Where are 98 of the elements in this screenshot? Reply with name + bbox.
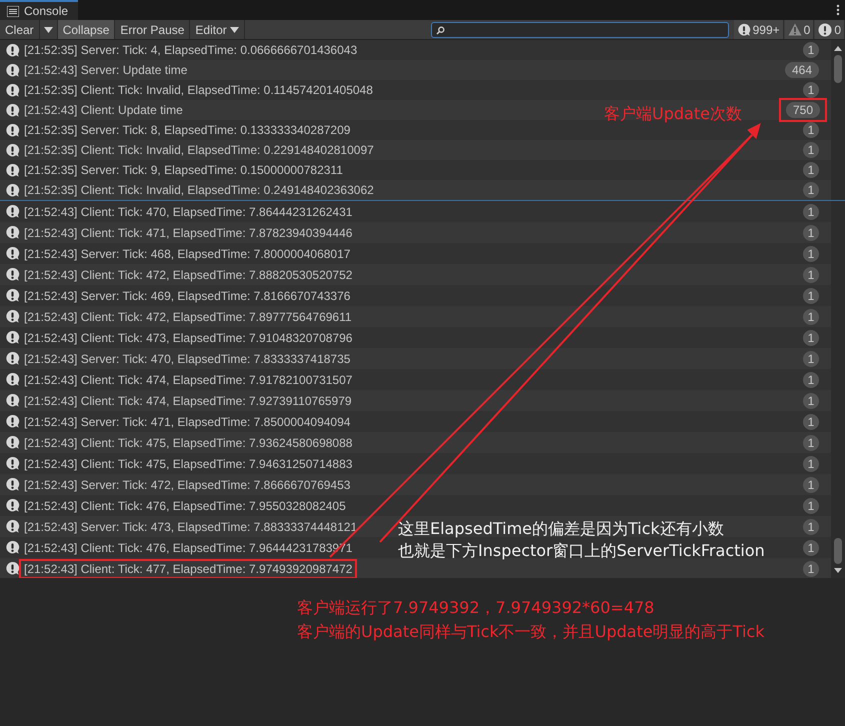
log-message: [21:52:35] Server: Tick: 8, ElapsedTime: 0.133333340287209 — [23, 122, 352, 139]
info-icon — [5, 351, 20, 366]
warning-filter-button[interactable]: 0 — [784, 20, 814, 39]
log-message: [21:52:43] Client: Tick: 475, ElapsedTime: 7.93624580698088 — [23, 434, 354, 452]
count-badge: 1 — [803, 518, 819, 534]
annotation-text: 这里ElapsedTime的偏差是因为Tick还有小数 — [398, 519, 724, 540]
console-tab[interactable]: Console — [0, 0, 78, 20]
count-badge: 1 — [803, 266, 819, 282]
log-message: [21:52:35] Client: Tick: Invalid, ElapsedTime: 0.229148402810097 — [23, 142, 375, 159]
count-badge: 1 — [803, 246, 819, 262]
log-message: [21:52:43] Server: Tick: 472, ElapsedTime: 7.8666670769453 — [23, 476, 352, 494]
list-icon — [7, 6, 19, 16]
log-message: [21:52:43] Server: Tick: 473, ElapsedTime: 7.88333374448121 — [23, 518, 358, 536]
log-message: [21:52:35] Server: Tick: 4, ElapsedTime: 0.0666666701436043 — [23, 42, 358, 59]
count-badge: 1 — [803, 476, 819, 492]
info-icon — [5, 142, 20, 158]
info-icon — [5, 267, 20, 282]
info-icon — [5, 540, 20, 555]
count-badge: 1 — [803, 392, 819, 408]
annotation-text: 也就是下方Inspector窗口上的ServerTickFraction — [398, 541, 765, 562]
annotation-text: 客户端运行了7.9749392，7.9749392*60=478 — [297, 598, 654, 619]
log-message: [21:52:35] Server: Tick: 9, ElapsedTime: 0.15000000782311 — [23, 162, 344, 179]
error-filter-button[interactable]: 0 — [815, 20, 845, 39]
info-icon — [5, 477, 20, 492]
count-badge: 1 — [803, 308, 819, 324]
count-badge: 1 — [803, 350, 819, 366]
info-icon — [5, 519, 20, 534]
scroll-down-icon[interactable] — [834, 568, 842, 573]
log-message: [21:52:43] Client: Tick: 476, ElapsedTime: 7.9550328082405 — [23, 498, 347, 514]
scrollbar-thumb[interactable] — [834, 55, 842, 83]
info-icon — [5, 288, 20, 303]
count-badge: 1 — [803, 224, 819, 240]
toggle-button[interactable]: Collapse — [58, 20, 116, 39]
count-badge: 1 — [803, 456, 819, 472]
info-icon — [736, 22, 751, 36]
caret-icon — [230, 26, 239, 32]
log-message: [21:52:43] Client: Tick: 472, ElapsedTime: 7.89777564769611 — [23, 308, 353, 326]
log-message: [21:52:43] Client: Tick: 470, ElapsedTime: 7.86444231262431 — [23, 204, 354, 220]
log-message: [21:52:43] Server: Tick: 469, ElapsedTime: 7.8166670743376 — [23, 288, 352, 304]
count-badge: 1 — [803, 204, 819, 220]
count-badge: 1 — [803, 414, 819, 430]
error-icon — [818, 22, 832, 36]
scroll-up-icon[interactable] — [834, 46, 842, 51]
info-icon — [5, 225, 20, 240]
log-message: [21:52:43] Client: Tick: 474, ElapsedTime: 7.92739110765979 — [23, 392, 353, 410]
log-message: [21:52:43] Client: Tick: 475, ElapsedTime: 7.94631250714883 — [23, 456, 354, 472]
count-badge: 750 — [786, 102, 820, 118]
count-badge: 1 — [803, 498, 819, 514]
count-badge: 1 — [803, 540, 819, 556]
log-message: [21:52:35] Client: Tick: Invalid, ElapsedTime: 0.249148402363062 — [23, 182, 375, 199]
info-icon — [5, 162, 20, 178]
count-badge: 1 — [803, 288, 819, 304]
info-icon — [5, 182, 20, 198]
log-message: [21:52:35] Client: Tick: Invalid, ElapsedTime: 0.114574201405048 — [23, 82, 374, 99]
info-icon — [5, 372, 20, 387]
info-icon — [5, 414, 20, 429]
log-message: [21:52:43] Server: Tick: 470, ElapsedTime: 7.8333337418735 — [23, 350, 352, 368]
info-icon — [5, 330, 20, 345]
more-menu-icon[interactable] — [836, 4, 840, 16]
info-icon — [5, 82, 20, 98]
annotation-text: 客户端的Update同样与Tick不一致，并且Update明显的高于Tick — [297, 622, 764, 643]
info-icon — [5, 62, 20, 78]
caret-icon — [44, 26, 53, 32]
count-badge: 1 — [803, 372, 819, 388]
info-icon — [5, 456, 20, 471]
info-icon — [5, 393, 20, 408]
info-icon — [5, 498, 20, 513]
count-badge: 1 — [803, 82, 819, 98]
info-icon — [5, 204, 20, 219]
count-badge: 464 — [784, 62, 819, 78]
count-badge: 1 — [803, 330, 819, 346]
count-badge: 1 — [803, 42, 819, 58]
log-message: [21:52:43] Client: Tick: 474, ElapsedTime: 7.91782100731507 — [23, 372, 354, 388]
warning-icon — [788, 23, 802, 36]
log-message: [21:52:43] Server: Tick: 471, ElapsedTime: 7.8500004094094 — [23, 414, 352, 430]
log-message: [21:52:43] Server: Tick: 468, ElapsedTime: 7.8000004068017 — [23, 246, 352, 262]
annotation-text: 客户端Update次数 — [604, 104, 742, 125]
search-field[interactable] — [430, 22, 729, 38]
info-filter-button[interactable]: 999+ — [734, 20, 784, 39]
info-icon — [5, 102, 20, 118]
count-badge: 1 — [803, 434, 819, 450]
info-icon — [5, 309, 20, 324]
count-badge: 1 — [803, 182, 819, 198]
log-message: [21:52:43] Client: Tick: 472, ElapsedTime: 7.88820530520752 — [23, 266, 354, 284]
log-message: [21:52:43] Server: Update time — [23, 62, 188, 79]
count-badge: 1 — [803, 162, 819, 178]
count-badge: 1 — [803, 142, 819, 158]
search-icon — [436, 26, 445, 34]
log-message: [21:52:43] Client: Tick: 471, ElapsedTime: 7.87823940394446 — [23, 224, 354, 242]
log-message: [21:52:43] Client: Update time — [23, 102, 184, 119]
count-badge: 1 — [803, 122, 819, 138]
info-icon — [5, 246, 20, 261]
log-message: [21:52:43] Client: Tick: 473, ElapsedTime: 7.91048320708796 — [23, 330, 354, 346]
count-badge: 1 — [803, 560, 819, 576]
info-icon — [5, 122, 20, 138]
scrollbar-thumb[interactable] — [834, 538, 842, 564]
info-icon — [5, 42, 20, 58]
info-icon — [5, 435, 20, 450]
